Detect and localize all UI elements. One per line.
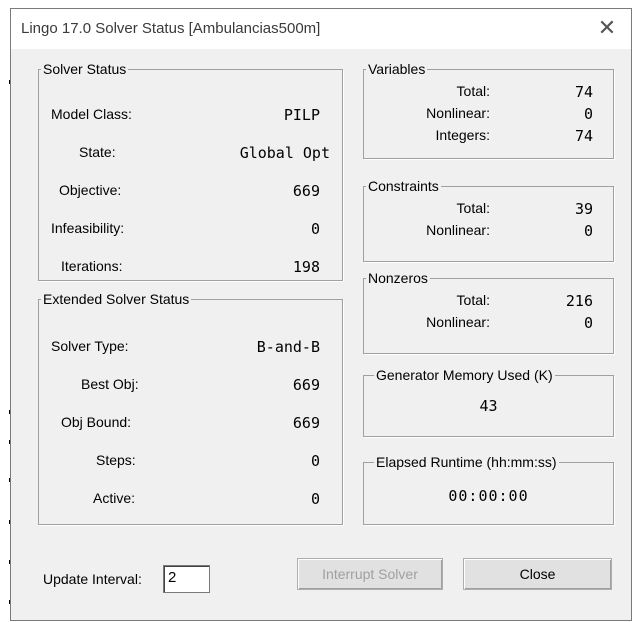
model-class-label: Model Class: — [51, 106, 132, 122]
nonzeros-nonlinear-label: Nonlinear: — [426, 314, 490, 330]
window-title: Lingo 17.0 Solver Status [Ambulancias500… — [21, 20, 321, 37]
nonzeros-total-label: Total: — [456, 292, 490, 308]
close-window-icon[interactable]: ✕ — [589, 12, 625, 46]
variables-group: Variables Total: 74 Nonlinear: 0 Integer… — [363, 61, 614, 159]
state-label: State: — [79, 144, 116, 160]
interrupt-solver-button[interactable]: Interrupt Solver — [297, 558, 443, 590]
active-value: 0 — [310, 490, 320, 508]
variables-integers-label: Integers: — [435, 127, 490, 143]
generator-memory-legend: Generator Memory Used (K) — [376, 367, 553, 383]
close-button[interactable]: Close — [463, 558, 612, 590]
iterations-label: Iterations: — [61, 258, 123, 274]
constraints-legend: Constraints — [368, 178, 439, 194]
infeasibility-value: 0 — [310, 220, 320, 238]
elapsed-runtime-group: Elapsed Runtime (hh:mm:ss) 00:00:00 — [363, 454, 614, 525]
variables-integers-value: 74 — [574, 127, 593, 145]
steps-value: 0 — [310, 452, 320, 470]
title-bar: Lingo 17.0 Solver Status [Ambulancias500… — [11, 9, 631, 49]
solver-type-value: B-and-B — [256, 338, 320, 356]
elapsed-runtime-value: 00:00:00 — [448, 487, 529, 505]
solver-status-dialog: Lingo 17.0 Solver Status [Ambulancias500… — [10, 8, 632, 621]
obj-bound-value: 669 — [292, 414, 320, 432]
solver-status-group: Solver Status Model Class: PILP State: G… — [38, 61, 343, 281]
variables-nonlinear-label: Nonlinear: — [426, 105, 490, 121]
nonzeros-nonlinear-value: 0 — [583, 314, 593, 332]
infeasibility-label: Infeasibility: — [51, 220, 125, 236]
model-class-value: PILP — [283, 106, 320, 124]
constraints-nonlinear-label: Nonlinear: — [426, 222, 490, 238]
state-value: Global Opt — [239, 144, 330, 162]
nonzeros-legend: Nonzeros — [368, 270, 428, 286]
solver-type-label: Solver Type: — [51, 338, 129, 354]
best-obj-value: 669 — [292, 376, 320, 394]
variables-legend: Variables — [368, 61, 426, 77]
objective-value: 669 — [292, 182, 320, 200]
variables-total-label: Total: — [456, 83, 490, 99]
active-label: Active: — [93, 490, 136, 506]
extended-solver-status-group: Extended Solver Status Solver Type: B-an… — [38, 291, 343, 525]
objective-label: Objective: — [59, 182, 122, 198]
nonzeros-total-value: 216 — [565, 292, 593, 310]
constraints-nonlinear-value: 0 — [583, 222, 593, 240]
constraints-total-label: Total: — [456, 200, 490, 216]
steps-label: Steps: — [96, 452, 136, 468]
solver-status-legend: Solver Status — [43, 61, 127, 77]
iterations-value: 198 — [292, 258, 320, 276]
extended-solver-status-legend: Extended Solver Status — [43, 291, 190, 307]
constraints-total-value: 39 — [574, 200, 593, 218]
elapsed-runtime-legend: Elapsed Runtime (hh:mm:ss) — [376, 454, 557, 470]
variables-total-value: 74 — [574, 83, 593, 101]
variables-nonlinear-value: 0 — [583, 105, 593, 123]
constraints-group: Constraints Total: 39 Nonlinear: 0 — [363, 178, 614, 262]
update-interval-input[interactable]: 2 — [163, 565, 210, 593]
obj-bound-label: Obj Bound: — [61, 414, 132, 430]
best-obj-label: Best Obj: — [81, 376, 139, 392]
generator-memory-group: Generator Memory Used (K) 43 — [363, 367, 614, 437]
update-interval-label: Update Interval: — [43, 571, 142, 587]
generator-memory-value: 43 — [479, 397, 498, 415]
nonzeros-group: Nonzeros Total: 216 Nonlinear: 0 — [363, 270, 614, 354]
